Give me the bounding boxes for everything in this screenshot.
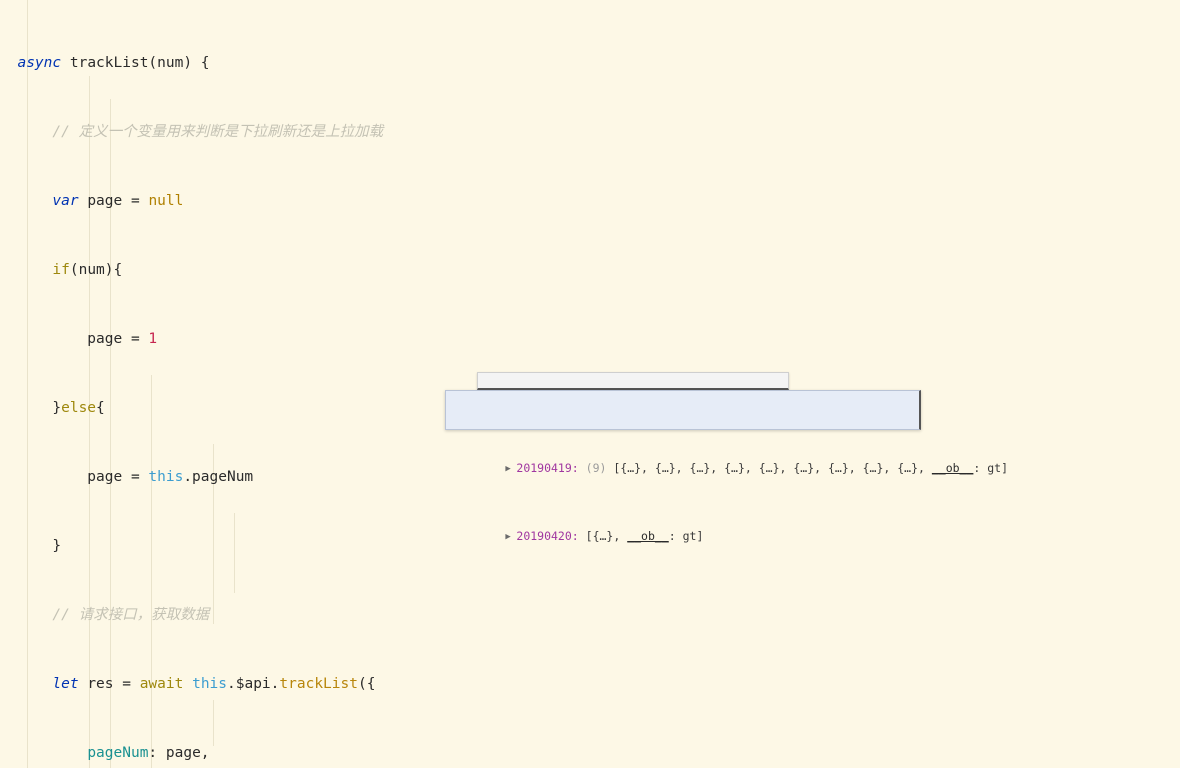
- code-editor[interactable]: async trackList(num) { // 定义一个变量用来判断是下拉刷…: [0, 0, 1180, 768]
- popup-header-row[interactable]: ▶0: {20190419: Array(9), 20190420: Array…: [477, 372, 833, 406]
- code-line: if(num){: [52, 262, 123, 278]
- popup-body[interactable]: ▶ 20190419: (9) [{…}, {…}, {…}, {…}, {…},…: [445, 390, 1008, 543]
- popup-row-internal-prop: __ob__: [931, 461, 974, 475]
- popup-row-key: 20190420:: [516, 529, 579, 543]
- code-line: var page = null: [52, 193, 184, 209]
- code-line: async trackList(num) {: [17, 55, 210, 71]
- popup-row-internal-value: : gt]: [668, 529, 704, 543]
- popup-row-key: 20190419:: [516, 461, 579, 475]
- chevron-right-icon[interactable]: ▶: [505, 529, 516, 546]
- code-line: // 请求接口，获取数据: [52, 607, 210, 623]
- popup-row-length: (9): [585, 461, 607, 475]
- code-line: pageNum: page,: [87, 745, 210, 761]
- popup-row[interactable]: ▶ 20190420: [{…}, __ob__: gt]: [450, 511, 915, 543]
- popup-row-value: [{…}, {…}, {…}, {…}, {…}, {…}, {…}, {…},…: [613, 461, 925, 475]
- code-line: let res = await this.$api.trackList({: [52, 676, 376, 692]
- code-line: // 定义一个变量用来判断是下拉刷新还是上拉加载: [52, 124, 384, 140]
- popup-row-internal-value: : gt]: [973, 461, 1009, 475]
- chevron-right-icon[interactable]: ▶: [505, 461, 516, 478]
- code-line: page = 1: [0, 331, 158, 347]
- popup-row-value: [{…},: [585, 529, 621, 543]
- popup-row[interactable]: ▶ 20190419: (9) [{…}, {…}, {…}, {…}, {…},…: [450, 443, 1008, 475]
- popup-row-internal-prop: __ob__: [627, 529, 669, 543]
- devtools-object-popup[interactable]: ▶0: {20190419: Array(9), 20190420: Array…: [445, 372, 1008, 543]
